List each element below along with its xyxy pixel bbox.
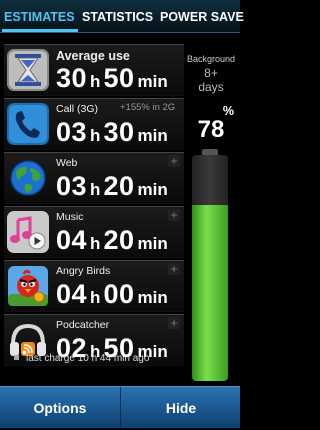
web-estimate: 03 h 20 min — [56, 171, 171, 202]
call-label: Call (3G) — [56, 103, 99, 115]
hours-unit: h — [90, 72, 101, 91]
hours-unit: h — [90, 288, 101, 307]
average-hours: 30 — [56, 63, 88, 93]
hours-unit: h — [90, 126, 101, 145]
angry-birds-hours: 04 — [56, 279, 88, 309]
options-button[interactable]: Options — [0, 387, 120, 428]
tab-power-save[interactable]: POWER SAVE — [160, 0, 244, 32]
average-use-label: Average use — [56, 49, 130, 63]
bullet-icon — [14, 355, 19, 360]
softkey-bar: Options Hide — [0, 386, 240, 428]
estimate-row-angry-birds[interactable]: Angry Birds + 04 h 00 min — [4, 260, 184, 312]
estimate-row-music[interactable]: Music + 04 h 20 min — [4, 206, 184, 258]
angry-birds-icon — [6, 264, 50, 308]
call-minutes: 30 — [103, 117, 135, 147]
minutes-unit: min — [137, 72, 168, 91]
hours-unit: h — [90, 180, 101, 199]
call-estimate: 03 h 30 min — [56, 117, 171, 148]
expand-icon[interactable]: + — [168, 317, 180, 329]
background-unit: days — [198, 80, 224, 94]
web-label: Web — [56, 157, 78, 169]
expand-icon[interactable]: + — [168, 209, 180, 221]
background-estimate: 8+ days — [186, 66, 236, 94]
call-2g-delta: +155% in 2G — [120, 102, 176, 113]
expand-icon[interactable]: + — [168, 263, 180, 275]
music-minutes: 20 — [103, 225, 135, 255]
average-minutes: 50 — [103, 63, 135, 93]
angry-birds-estimate: 04 h 00 min — [56, 279, 171, 310]
minutes-unit: min — [137, 288, 168, 307]
music-label: Music — [56, 211, 84, 223]
web-hours: 03 — [56, 171, 88, 201]
average-use-row: Average use 30 h 50 min — [4, 44, 184, 96]
hide-button[interactable]: Hide — [120, 387, 241, 428]
estimate-row-web[interactable]: Web + 03 h 20 min — [4, 152, 184, 204]
estimate-row-call[interactable]: Call (3G) +155% in 2G 03 h 30 min — [4, 98, 184, 150]
background-value: 8+ — [204, 66, 218, 80]
podcatcher-label: Podcatcher — [56, 319, 110, 331]
battery-icon — [192, 149, 228, 381]
angry-birds-label: Angry Birds — [56, 265, 111, 277]
last-charge-info: last charge 10 h 44 min ago — [14, 353, 149, 364]
music-hours: 04 — [56, 225, 88, 255]
active-tab-indicator — [2, 29, 78, 32]
tab-bar: ESTIMATES STATISTICS POWER SAVE — [0, 0, 244, 33]
average-use-value: 30 h 50 min — [56, 63, 171, 94]
angry-birds-minutes: 00 — [103, 279, 135, 309]
battery-percent: 78 — [197, 116, 225, 143]
music-icon — [6, 210, 50, 254]
web-minutes: 20 — [103, 171, 135, 201]
globe-icon — [6, 156, 50, 200]
minutes-unit: min — [137, 126, 168, 145]
music-estimate: 04 h 20 min — [56, 225, 171, 256]
battery-level-fill — [192, 204, 228, 381]
background-label: Background — [186, 54, 236, 64]
phone-icon — [6, 102, 50, 146]
minutes-unit: min — [137, 234, 168, 253]
battery-body — [192, 155, 228, 381]
call-hours: 03 — [56, 117, 88, 147]
tab-statistics[interactable]: STATISTICS — [82, 0, 153, 32]
last-charge-text: last charge 10 h 44 min ago — [26, 353, 150, 364]
tab-estimates[interactable]: ESTIMATES — [4, 0, 75, 32]
hours-unit: h — [90, 234, 101, 253]
expand-icon[interactable]: + — [168, 155, 180, 167]
hourglass-icon — [6, 48, 50, 92]
minutes-unit: min — [137, 180, 168, 199]
